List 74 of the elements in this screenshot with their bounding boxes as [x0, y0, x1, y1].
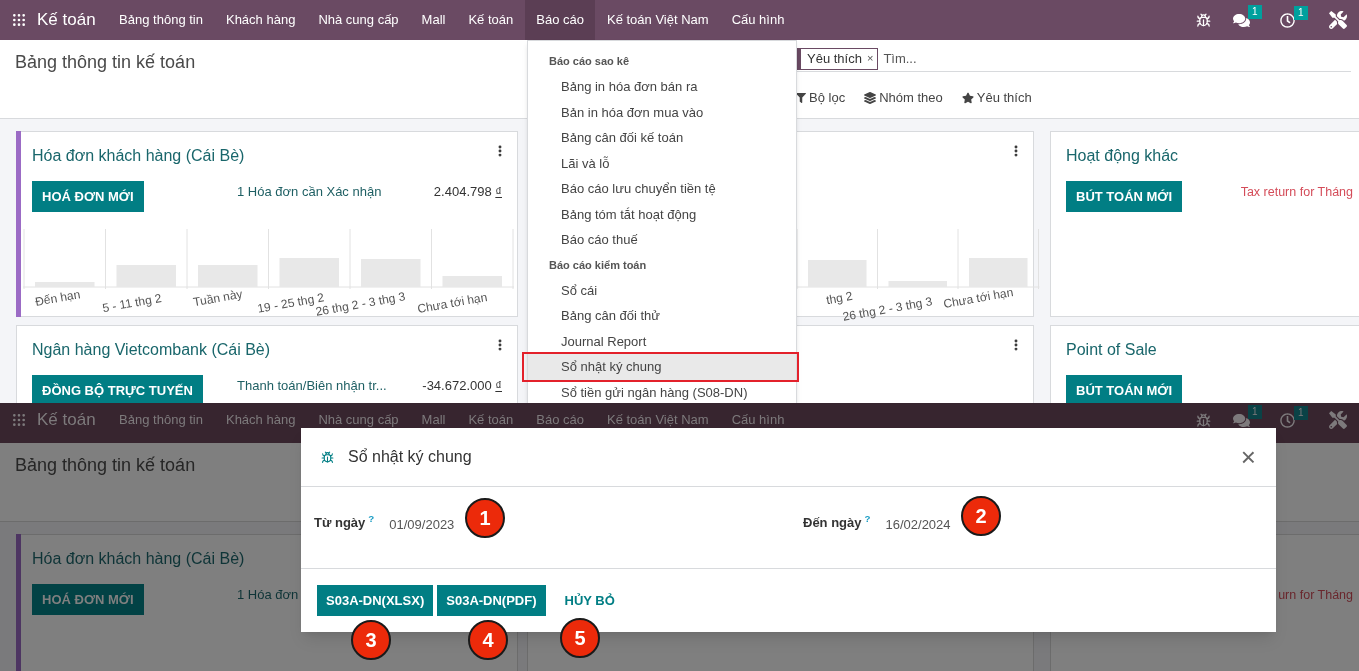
- menu-item[interactable]: Sổ cái: [528, 277, 796, 303]
- export-button[interactable]: S03A-DN(PDF): [437, 585, 546, 616]
- activity-count: 1: [1294, 405, 1308, 420]
- breadcrumb-title: Bảng thông tin kế toán: [15, 454, 196, 477]
- dialog-title: Sổ nhật ký chung: [348, 447, 472, 467]
- chart-label: Chưa tới hạn: [415, 289, 489, 318]
- menu-item[interactable]: Sổ tiền gửi ngân hàng (S08-DN): [528, 379, 796, 403]
- chat-icon[interactable]: [1233, 11, 1250, 29]
- remove-facet-button[interactable]: ×: [866, 50, 874, 67]
- menu-item[interactable]: Bảng tóm tắt hoạt động: [528, 201, 796, 227]
- field-label: Từ ngày $^{?}$: [314, 513, 375, 532]
- menu-tab[interactable]: Cấu hình: [720, 0, 796, 40]
- breadcrumb-title: Bảng thông tin kế toán: [15, 51, 196, 74]
- apps-menu-icon[interactable]: [11, 12, 27, 28]
- clock-icon[interactable]: [1280, 12, 1295, 28]
- activity-count: 1: [1294, 5, 1308, 20]
- pending-summary-link[interactable]: Thanh toán/Biên nhận tr...: [237, 376, 387, 396]
- date-field[interactable]: 01/09/2023: [389, 513, 455, 535]
- menu-tab[interactable]: Nhà cung cấp: [306, 0, 411, 40]
- message-count: 1: [1248, 4, 1262, 19]
- menu-tab[interactable]: Kế toán: [456, 0, 525, 40]
- card-title[interactable]: Hoạt động khác: [1066, 144, 1179, 168]
- date-field[interactable]: 16/02/2024: [885, 513, 951, 535]
- menu-section-header: Báo cáo sao kê: [548, 54, 631, 70]
- message-count: 1: [1248, 404, 1262, 419]
- close-button[interactable]: ×: [1240, 444, 1256, 470]
- new-entry-button[interactable]: BÚT TOÁN MỚI: [1066, 181, 1183, 212]
- menu-section-header: Báo cáo kiểm toán: [548, 257, 648, 273]
- menu-item[interactable]: Journal Report: [528, 328, 796, 354]
- menu-tab[interactable]: Mall: [410, 0, 457, 40]
- new-entry-button[interactable]: BÚT TOÁN MỚI: [1066, 375, 1183, 403]
- chart-label: Tuần này: [192, 285, 245, 312]
- chart-label: Đến hạn: [33, 286, 82, 311]
- chart-label: thg 2: [824, 287, 854, 310]
- app-name[interactable]: Kế toán: [37, 7, 96, 33]
- chat-icon[interactable]: [1233, 411, 1250, 429]
- menu-item[interactable]: Báo cáo lưu chuyển tiền tệ: [528, 176, 796, 202]
- menu-item[interactable]: Lãi và lỗ: [528, 150, 796, 176]
- card-title[interactable]: Hóa đơn khách hàng (Cái Bè): [32, 144, 245, 168]
- amount-text: 2.404.798 ₫: [433, 183, 502, 201]
- menu-item[interactable]: Bảng cân đối thử: [528, 303, 796, 329]
- tax-return-link[interactable]: Tax return for Tháng: [1240, 183, 1353, 202]
- menu-tab[interactable]: Bảng thông tin: [107, 0, 215, 40]
- layers-icon: [864, 91, 877, 104]
- tools-icon[interactable]: [1329, 11, 1347, 29]
- pending-summary-link[interactable]: 1 Hóa đơn cần Xác nhận: [237, 182, 382, 202]
- menu-item[interactable]: Bản in hóa đơn mua vào: [528, 99, 796, 125]
- search-option-button[interactable]: Nhóm theo: [864, 88, 943, 108]
- card-title[interactable]: Ngân hàng Vietcombank (Cái Bè): [32, 338, 271, 362]
- bug-icon[interactable]: [1196, 12, 1211, 28]
- card-title[interactable]: Point of Sale: [1066, 338, 1157, 362]
- menu-tab[interactable]: Báo cáo: [524, 0, 596, 40]
- chart-label: Chưa tới hạn: [941, 284, 1015, 313]
- apps-menu-icon[interactable]: [11, 412, 27, 428]
- amount-text: -34.672.000 ₫: [422, 377, 502, 395]
- menu-item[interactable]: Bảng cân đối kế toán: [528, 125, 796, 151]
- bug-icon: [321, 450, 334, 464]
- bug-icon[interactable]: [1196, 412, 1211, 428]
- new-entry-button[interactable]: ĐỒNG BỘ TRỰC TUYẾN: [32, 375, 203, 403]
- search-input[interactable]: Tìm...: [883, 48, 1351, 69]
- new-entry-button[interactable]: HOÁ ĐƠN MỚI: [32, 181, 144, 212]
- tools-icon[interactable]: [1329, 411, 1347, 429]
- star-icon: [961, 91, 974, 104]
- clock-icon[interactable]: [1280, 412, 1295, 428]
- field-label: Đến ngày $^{?}$: [803, 513, 871, 532]
- menu-tab[interactable]: Khách hàng: [214, 0, 307, 40]
- menu-item[interactable]: Bảng in hóa đơn bán ra: [528, 74, 796, 100]
- cancel-button[interactable]: HỦY BỎ: [555, 585, 624, 616]
- menu-item[interactable]: Sổ nhật ký chung: [528, 354, 796, 380]
- search-option-button[interactable]: Yêu thích: [961, 88, 1032, 108]
- export-button[interactable]: S03A-DN(XLSX): [317, 585, 434, 616]
- menu-item[interactable]: Báo cáo thuế: [528, 227, 796, 253]
- chart-label: 5 - 11 thg 2: [100, 289, 163, 318]
- menu-tab[interactable]: Kế toán Việt Nam: [595, 0, 721, 40]
